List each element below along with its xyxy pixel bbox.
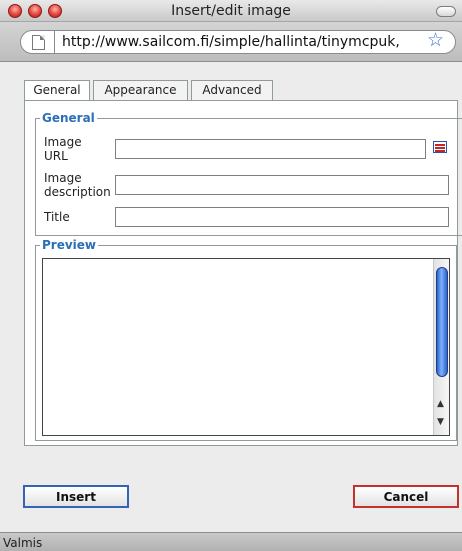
scroll-down-icon[interactable]: ▼ [437,417,444,427]
page-icon [32,35,45,50]
cancel-button[interactable]: Cancel [353,485,459,508]
preview-fieldset: Preview ▲ ▼ [35,238,457,441]
preview-scrollbar[interactable]: ▲ ▼ [433,259,449,435]
tab-panel-general: General Image URL Image description Titl… [24,100,462,446]
scrollbar-thumb[interactable] [436,267,448,377]
url-divider [54,30,55,54]
browse-button[interactable] [431,139,449,155]
insert-button[interactable]: Insert [23,485,129,508]
title-input[interactable] [115,207,449,227]
title-label: Title [44,210,70,224]
image-url-label: Image URL [44,135,82,163]
image-url-input[interactable] [115,139,426,159]
image-description-input[interactable] [115,175,449,195]
url-text[interactable]: http://www.sailcom.fi/simple/hallinta/ti… [62,34,424,50]
tab-advanced[interactable]: Advanced [191,80,273,100]
preview-legend: Preview [40,238,99,252]
status-text: Valmis [3,536,43,550]
url-bar: http://www.sailcom.fi/simple/hallinta/ti… [0,22,462,62]
general-legend: General [40,111,97,125]
general-fieldset: General Image URL Image description Titl… [35,111,462,236]
star-icon[interactable]: ☆ [427,31,444,50]
image-description-label: Image description [44,171,111,199]
window-titlebar: Insert/edit image [0,0,462,22]
browse-files-icon [433,141,447,153]
scroll-up-icon[interactable]: ▲ [437,399,444,409]
window-title: Insert/edit image [171,3,291,19]
tab-general[interactable]: General [24,80,90,101]
toolbar-toggle-icon[interactable] [436,6,456,17]
preview-area[interactable]: ▲ ▼ [42,258,450,436]
tab-appearance[interactable]: Appearance [93,80,188,100]
status-bar: Valmis [0,532,462,551]
